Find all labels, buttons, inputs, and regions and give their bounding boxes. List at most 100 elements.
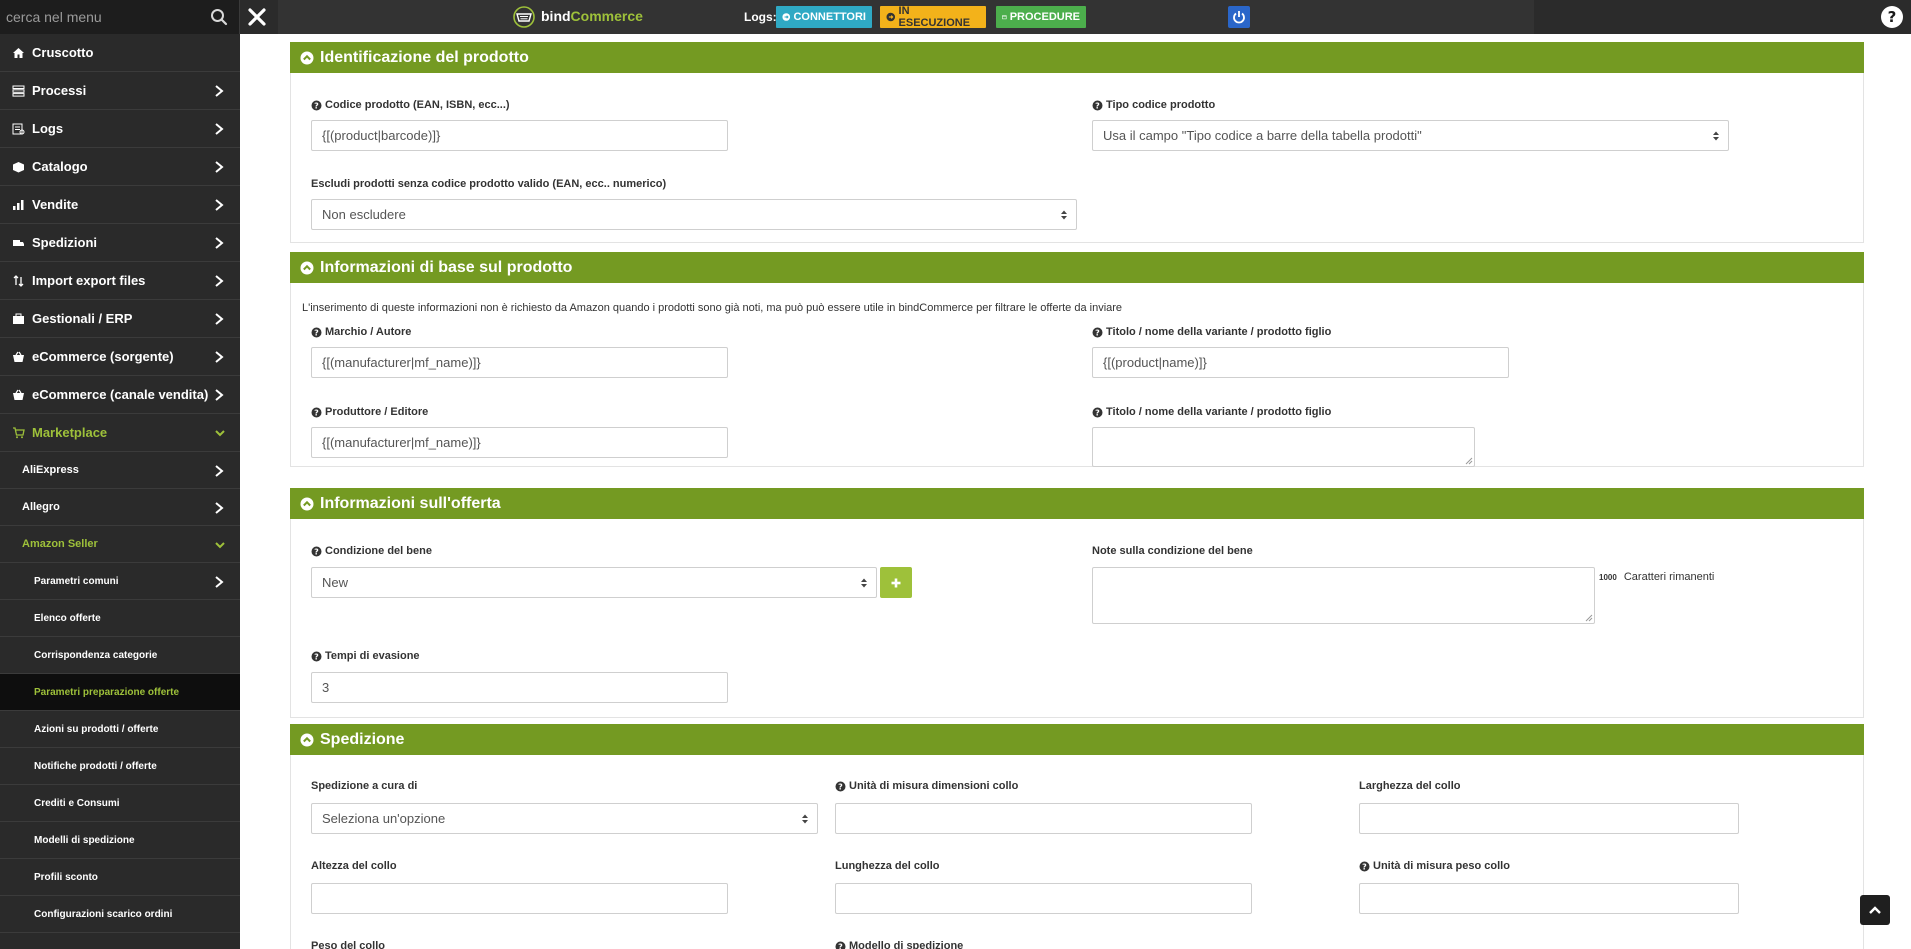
sidebar-item-allegro[interactable]: Allegro [0, 489, 240, 526]
sidebar-item-ecommerce-sorgente[interactable]: eCommerce (sorgente) [0, 338, 240, 376]
logout-button[interactable] [1228, 6, 1250, 28]
svg-text:?: ? [838, 942, 843, 949]
codice-prodotto-label: ? Codice prodotto (EAN, ISBN, ecc...) [311, 99, 510, 111]
sidebar-item-gestionali[interactable]: Gestionali / ERP [0, 300, 240, 338]
basket-logo-icon [513, 6, 535, 28]
sidebar-item-marketplace[interactable]: Marketplace [0, 414, 240, 452]
sidebar-item-spedizioni[interactable]: Spedizioni [0, 224, 240, 262]
question-circle-icon: ? [311, 407, 322, 417]
altezza-input[interactable] [311, 883, 728, 914]
sidebar-item-label: Logs [32, 121, 64, 136]
question-circle-icon: ? [311, 327, 322, 337]
sidebar-item-configurazioni-scarico[interactable]: Configurazioni scarico ordini [0, 896, 240, 933]
sidebar-item-label: Catalogo [32, 159, 88, 174]
sort-caret-icon [1713, 131, 1719, 141]
label-text: Tempi di evasione [325, 650, 420, 662]
connettori-logs-button[interactable]: CONNETTORI [776, 6, 872, 28]
sidebar-item-label: Azioni su prodotti / offerte [34, 723, 159, 735]
sidebar-item-label: Spedizioni [32, 235, 97, 250]
sidebar-item-ecommerce-canale[interactable]: eCommerce (canale vendita) [0, 376, 240, 414]
sidebar-item-label: Profili sconto [34, 871, 98, 883]
question-circle-icon: ? [1092, 327, 1103, 337]
larghezza-input[interactable] [1359, 803, 1739, 834]
titolo-variante-2-textarea[interactable] [1092, 427, 1475, 467]
in-esecuzione-logs-button[interactable]: IN ESECUZIONE [880, 5, 986, 29]
input-value: {[(product|barcode)]} [322, 128, 441, 143]
in-esecuzione-label: IN ESECUZIONE [898, 5, 971, 29]
chevron-right-icon [214, 198, 224, 212]
sort-caret-icon [802, 814, 808, 824]
sort-caret-icon [861, 578, 867, 588]
condizione-select[interactable]: New [311, 567, 877, 598]
sidebar-item-cruscotto[interactable]: Cruscotto [0, 34, 240, 72]
import-export-icon [10, 274, 26, 288]
close-icon [248, 8, 266, 26]
marchio-input[interactable]: {[(manufacturer|mf_name)]} [311, 347, 728, 378]
unita-peso-input[interactable] [1359, 883, 1739, 914]
home-icon [10, 46, 26, 60]
spedizione-cura-select[interactable]: Seleziona un'opzione [311, 803, 818, 834]
sidebar-item-label: Marketplace [32, 425, 108, 440]
section-header-identificazione[interactable]: Identificazione del prodotto [290, 42, 1864, 73]
lunghezza-input[interactable] [835, 883, 1252, 914]
bindcommerce-logo[interactable]: bindCommerce [512, 6, 643, 28]
sidebar-item-label: eCommerce (canale vendita) [32, 387, 209, 402]
select-value: Seleziona un'opzione [322, 811, 446, 826]
sidebar-item-notifiche-prodotti[interactable]: Notifiche prodotti / offerte [0, 748, 240, 785]
sidebar-item-parametri-preparazione[interactable]: Parametri preparazione offerte [0, 674, 240, 711]
sales-icon [10, 198, 26, 212]
power-icon [1233, 11, 1245, 24]
label-text: Altezza del collo [311, 860, 397, 872]
sidebar-item-logs[interactable]: Logs [0, 110, 240, 148]
add-condizione-button[interactable] [880, 567, 912, 598]
sidebar-item-catalogo[interactable]: Catalogo [0, 148, 240, 186]
menu-search-input[interactable] [6, 6, 204, 28]
note-condizione-textarea[interactable] [1092, 567, 1595, 624]
spedizione-cura-label: Spedizione a cura di [311, 780, 417, 792]
sidebar-item-amazon-seller[interactable]: Amazon Seller [0, 526, 240, 563]
unita-dimensioni-input[interactable] [835, 803, 1252, 834]
altezza-label: Altezza del collo [311, 860, 397, 872]
panel-spedizione [290, 742, 1864, 949]
tempi-evasione-input[interactable]: 3 [311, 672, 728, 703]
escludi-prodotti-select[interactable]: Non escludere [311, 199, 1077, 230]
resize-grip-icon[interactable] [1585, 614, 1593, 622]
sidebar-item-vendite[interactable]: Vendite [0, 186, 240, 224]
sidebar-item-modelli-spedizione[interactable]: Modelli di spedizione [0, 822, 240, 859]
sidebar-item-azioni-prodotti[interactable]: Azioni su prodotti / offerte [0, 711, 240, 748]
search-icon[interactable] [210, 8, 228, 26]
basket-icon [10, 388, 26, 402]
chevron-circle-up-icon [300, 51, 314, 64]
sidebar-item-processi[interactable]: Processi [0, 72, 240, 110]
sidebar-item-label: Allegro [22, 501, 60, 513]
unita-peso-label: ? Unità di misura peso collo [1359, 860, 1510, 872]
sidebar-item-label: eCommerce (sorgente) [32, 349, 174, 364]
sidebar-item-profili-sconto[interactable]: Profili sconto [0, 859, 240, 896]
sidebar-item-label: Amazon Seller [22, 538, 98, 550]
section-header-offerta[interactable]: Informazioni sull'offerta [290, 488, 1864, 519]
label-text: Larghezza del collo [1359, 780, 1461, 792]
sidebar-item-label: Parametri comuni [34, 575, 119, 587]
sidebar-item-parametri-comuni[interactable]: Parametri comuni [0, 563, 240, 600]
svg-text:?: ? [1095, 408, 1100, 417]
close-menu-button[interactable] [244, 4, 270, 30]
tipo-codice-select[interactable]: Usa il campo "Tipo codice a barre della … [1092, 120, 1729, 151]
chevron-circle-up-icon [300, 261, 314, 274]
help-button[interactable]: ? [1880, 5, 1904, 29]
section-header-informazioni-base[interactable]: Informazioni di base sul prodotto [290, 252, 1864, 283]
procedure-logs-button[interactable]: PROCEDURE [996, 6, 1086, 28]
scroll-to-top-button[interactable] [1860, 895, 1890, 925]
sidebar-item-label: Gestionali / ERP [32, 311, 133, 326]
sidebar-item-aliexpress[interactable]: AliExpress [0, 452, 240, 489]
sidebar-item-crediti-consumi[interactable]: Crediti e Consumi [0, 785, 240, 822]
section-header-spedizione[interactable]: Spedizione [290, 724, 1864, 755]
codice-prodotto-input[interactable]: {[(product|barcode)]} [311, 120, 728, 151]
sidebar-item-corrispondenza-categorie[interactable]: Corrispondenza categorie [0, 637, 240, 674]
titolo-variante-input[interactable]: {[(product|name)]} [1092, 347, 1509, 378]
sidebar-item-elenco-offerte[interactable]: Elenco offerte [0, 600, 240, 637]
produttore-input[interactable]: {[(manufacturer|mf_name)]} [311, 427, 728, 458]
question-circle-icon: ? [835, 781, 846, 791]
resize-grip-icon[interactable] [1465, 457, 1473, 465]
sidebar-item-import-export[interactable]: Import export files [0, 262, 240, 300]
label-text: Condizione del bene [325, 545, 432, 557]
